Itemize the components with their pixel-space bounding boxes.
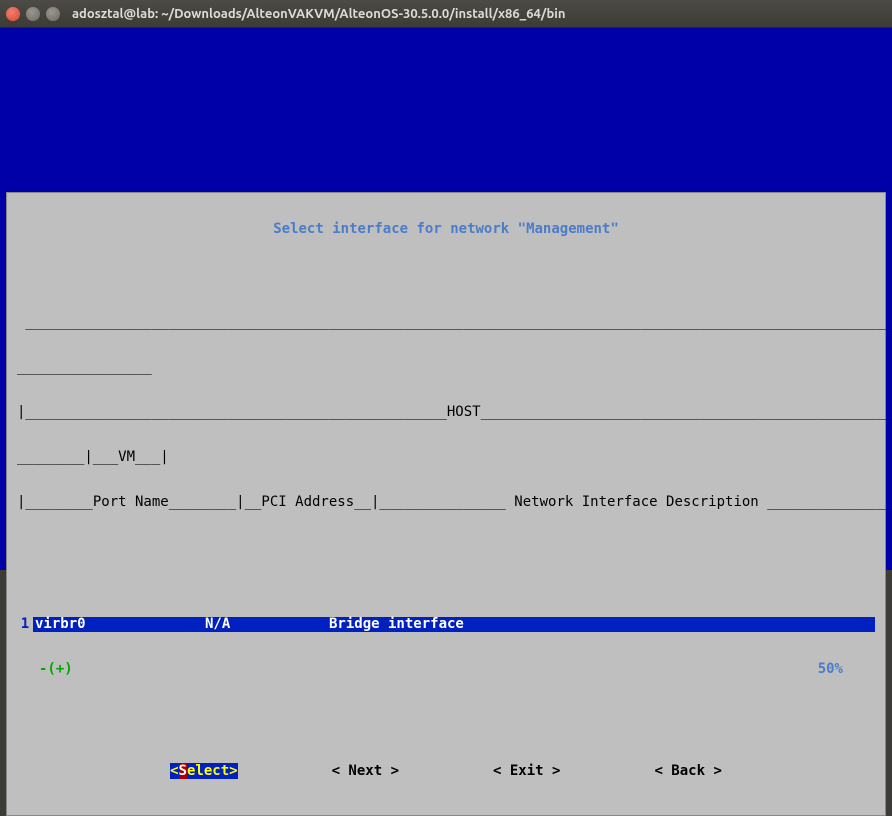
row-selected: virbr0 N/A Bridge interface bbox=[33, 617, 875, 632]
header-vm-line: ________|___VM___| bbox=[17, 450, 875, 465]
row-pci-address: N/A bbox=[205, 617, 329, 632]
dialog-buttons: <Select> < Next > < Exit > < Back > bbox=[7, 764, 885, 779]
select-button[interactable]: <Select> bbox=[170, 764, 237, 779]
close-icon[interactable] bbox=[6, 7, 20, 21]
interface-list: 1 virbr0 N/A Bridge interface -(+) 50% bbox=[11, 587, 881, 707]
maximize-icon[interactable] bbox=[46, 7, 60, 21]
header-line: ________________ bbox=[17, 360, 875, 375]
row-port-name: virbr0 bbox=[35, 617, 205, 632]
next-button[interactable]: < Next > bbox=[332, 764, 399, 779]
scroll-percent: 50% bbox=[818, 662, 875, 677]
header-columns-line: |________Port Name________|__PCI Address… bbox=[17, 495, 875, 510]
header-host-line: |_______________________________________… bbox=[17, 405, 875, 420]
back-button[interactable]: < Back > bbox=[654, 764, 721, 779]
row-description: Bridge interface bbox=[329, 617, 873, 632]
row-number: 1 bbox=[17, 617, 33, 632]
expand-indicator-icon: -(+) bbox=[39, 662, 73, 677]
header-line: ________________________________________… bbox=[17, 315, 875, 330]
minimize-icon[interactable] bbox=[26, 7, 40, 21]
dialog-header-lines: ________________________________________… bbox=[7, 285, 885, 540]
exit-button[interactable]: < Exit > bbox=[493, 764, 560, 779]
window-titlebar: adosztal@lab: ~/Downloads/AlteonVAKVM/Al… bbox=[0, 0, 892, 28]
interface-row[interactable]: 1 virbr0 N/A Bridge interface bbox=[17, 617, 875, 632]
list-footer: -(+) 50% bbox=[17, 662, 875, 677]
window-title: adosztal@lab: ~/Downloads/AlteonVAKVM/Al… bbox=[72, 7, 566, 21]
dialog-title: Select interface for network "Management… bbox=[7, 222, 885, 239]
select-interface-dialog: Select interface for network "Management… bbox=[6, 192, 886, 816]
terminal-viewport: Select interface for network "Management… bbox=[0, 28, 892, 570]
window-buttons bbox=[6, 7, 60, 21]
